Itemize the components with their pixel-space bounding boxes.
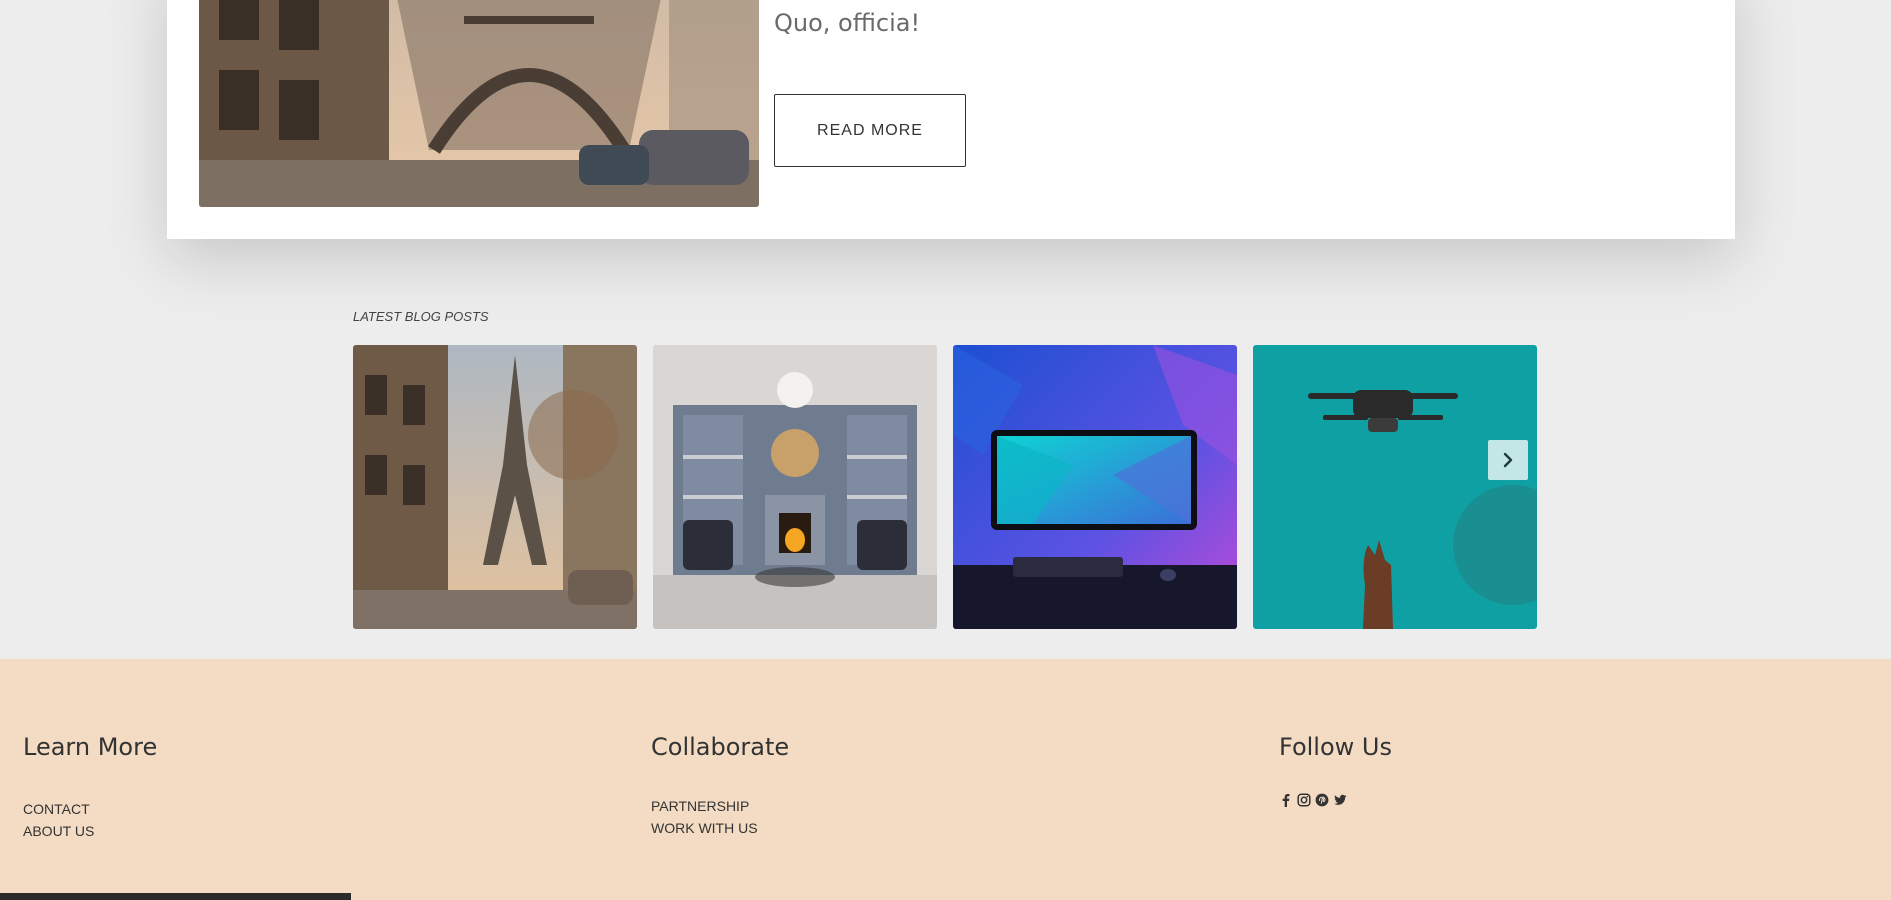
site-footer: Learn More CONTACT ABOUT US Collaborate … (0, 659, 1891, 900)
follow-us-heading: Follow Us (1279, 733, 1392, 761)
pinterest-icon[interactable] (1315, 793, 1329, 807)
blog-post-card-2[interactable] (653, 345, 937, 629)
carousel-next-button[interactable] (1488, 440, 1528, 480)
footer-follow-us: Follow Us (1279, 733, 1392, 807)
contact-link[interactable]: CONTACT (23, 798, 157, 820)
gaming-setup-photo (953, 345, 1237, 629)
footer-learn-more: Learn More CONTACT ABOUT US (23, 733, 157, 842)
work-with-us-link[interactable]: WORK WITH US (651, 817, 789, 839)
social-icons (1279, 793, 1392, 807)
latest-blog-posts-heading: LATEST BLOG POSTS (353, 309, 489, 324)
chevron-right-icon (1503, 452, 1513, 468)
blog-post-card-3[interactable] (953, 345, 1237, 629)
bottom-bar (0, 893, 351, 900)
drone-photo (1253, 345, 1537, 629)
blog-post-card-1[interactable] (353, 345, 637, 629)
facebook-icon[interactable] (1279, 793, 1293, 807)
living-room-photo (653, 345, 937, 629)
featured-post-excerpt: Quo, officia! (774, 9, 921, 37)
instagram-icon[interactable] (1297, 793, 1311, 807)
learn-more-heading: Learn More (23, 733, 158, 761)
featured-post-card: Quo, officia! READ MORE (167, 0, 1735, 239)
featured-post-image (199, 0, 759, 207)
blog-post-card-4[interactable] (1253, 345, 1537, 629)
partnership-link[interactable]: PARTNERSHIP (651, 795, 789, 817)
footer-collaborate: Collaborate PARTNERSHIP WORK WITH US (651, 733, 789, 839)
collaborate-heading: Collaborate (651, 733, 790, 761)
twitter-icon[interactable] (1333, 793, 1347, 807)
about-us-link[interactable]: ABOUT US (23, 820, 157, 842)
eiffel-tower-photo (353, 345, 637, 629)
read-more-button[interactable]: READ MORE (774, 94, 966, 167)
